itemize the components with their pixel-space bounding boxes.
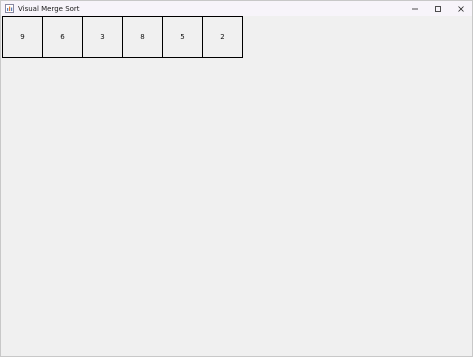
array-cell-value: 3 <box>100 33 105 41</box>
array-cell-value: 6 <box>60 33 65 41</box>
close-button[interactable] <box>449 1 472 16</box>
minimize-button[interactable] <box>403 1 426 16</box>
array-row: 9 6 3 8 5 2 <box>2 16 243 58</box>
sort-canvas: 9 6 3 8 5 2 <box>1 16 472 356</box>
array-cell-value: 5 <box>180 33 185 41</box>
app-window: Visual Merge Sort 9 6 3 8 5 2 <box>0 0 473 357</box>
array-cell: 3 <box>82 16 123 58</box>
array-cell: 2 <box>202 16 243 58</box>
array-cell: 8 <box>122 16 163 58</box>
window-controls <box>403 1 472 16</box>
window-title: Visual Merge Sort <box>18 4 80 13</box>
close-icon <box>457 5 464 12</box>
array-cell-value: 9 <box>20 33 25 41</box>
maximize-button[interactable] <box>426 1 449 16</box>
maximize-icon <box>434 5 441 12</box>
minimize-icon <box>411 8 418 9</box>
title-bar[interactable]: Visual Merge Sort <box>1 1 472 16</box>
java-app-icon <box>5 4 14 13</box>
array-cell: 6 <box>42 16 83 58</box>
array-cell: 5 <box>162 16 203 58</box>
array-cell: 9 <box>2 16 43 58</box>
array-cell-value: 2 <box>220 33 225 41</box>
array-cell-value: 8 <box>140 33 145 41</box>
